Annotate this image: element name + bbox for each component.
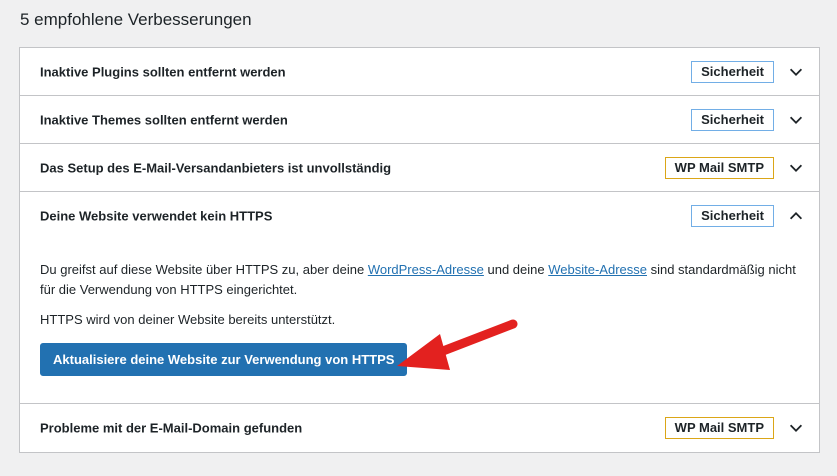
recommendation-item[interactable]: Das Setup des E-Mail-Versandanbieters is… bbox=[20, 144, 819, 192]
text-segment: Du greifst auf diese Website über HTTPS … bbox=[40, 262, 368, 277]
chevron-up-icon[interactable] bbox=[787, 207, 805, 225]
page-heading: 5 empfohlene Verbesserungen bbox=[20, 10, 252, 29]
chevron-down-icon[interactable] bbox=[787, 111, 805, 129]
recommendation-item[interactable]: Inaktive Themes sollten entfernt werden … bbox=[20, 96, 819, 144]
recommendation-item[interactable]: Inaktive Plugins sollten entfernt werden… bbox=[20, 48, 819, 96]
text-segment: und deine bbox=[483, 262, 549, 277]
item-title: Inaktive Plugins sollten entfernt werden bbox=[40, 64, 286, 79]
security-badge: Sicherheit bbox=[691, 108, 774, 131]
update-https-button[interactable]: Aktualisiere deine Website zur Verwendun… bbox=[40, 343, 408, 376]
wp-mail-smtp-badge: WP Mail SMTP bbox=[664, 417, 774, 439]
recommendations-panel: Inaktive Plugins sollten entfernt werden… bbox=[19, 47, 820, 453]
wordpress-address-link[interactable]: WordPress-Adresse bbox=[368, 262, 484, 277]
website-address-link[interactable]: Website-Adresse bbox=[548, 262, 647, 277]
chevron-down-icon[interactable] bbox=[787, 63, 805, 81]
security-badge: Sicherheit bbox=[691, 60, 774, 83]
chevron-down-icon[interactable] bbox=[787, 159, 805, 177]
chevron-down-icon[interactable] bbox=[787, 419, 805, 437]
wp-mail-smtp-badge: WP Mail SMTP bbox=[664, 156, 774, 179]
https-explanation: Du greifst auf diese Website über HTTPS … bbox=[40, 260, 799, 300]
item-title: Inaktive Themes sollten entfernt werden bbox=[40, 112, 288, 127]
item-title: Deine Website verwendet kein HTTPS bbox=[40, 208, 273, 224]
security-badge: Sicherheit bbox=[691, 205, 774, 227]
recommendation-item[interactable]: Probleme mit der E-Mail-Domain gefunden … bbox=[20, 404, 819, 452]
red-arrow-annotation bbox=[397, 319, 518, 370]
item-title: Probleme mit der E-Mail-Domain gefunden bbox=[40, 420, 303, 436]
expanded-item-header[interactable]: Deine Website verwendet kein HTTPS Siche… bbox=[20, 192, 819, 240]
item-title: Das Setup des E-Mail-Versandanbieters is… bbox=[40, 160, 392, 175]
